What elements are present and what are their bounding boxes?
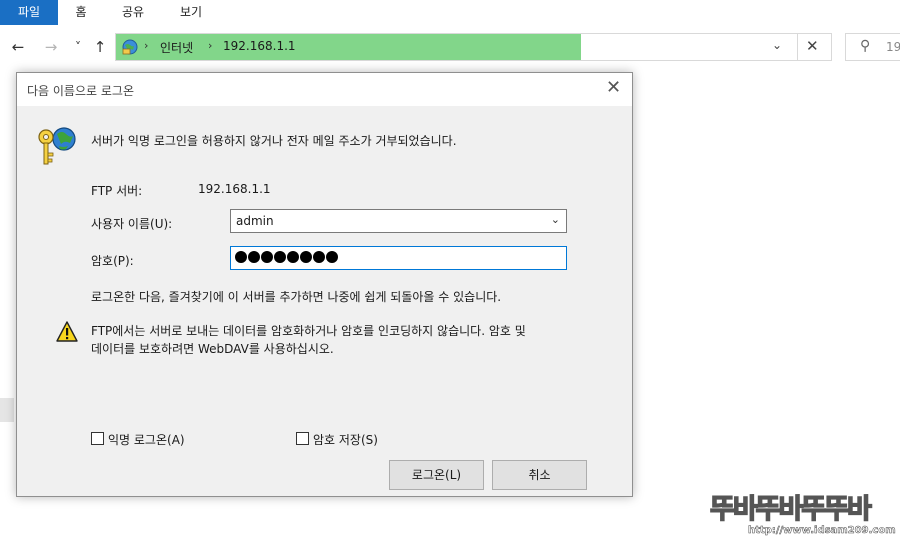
warning-line: FTP에서는 서버로 보내는 데이터를 암호화하거나 암호를 인코딩하지 않습니… — [91, 324, 526, 338]
ftp-server-label: FTP 서버: — [91, 184, 143, 198]
breadcrumb-host[interactable]: 192.168.1.1 — [223, 39, 296, 53]
password-dot — [274, 251, 286, 263]
stop-loading-icon[interactable]: ✕ — [806, 37, 819, 55]
chevron-down-icon[interactable]: ⌄ — [551, 213, 560, 226]
anonymous-logon-checkbox[interactable] — [91, 432, 104, 445]
address-dropdown-icon[interactable]: ⌄ — [772, 38, 782, 52]
tab-view[interactable]: 보기 — [172, 0, 210, 25]
logon-dialog: 다음 이름으로 로그온 ✕ 서버가 익명 로그인을 허용하지 않거나 전자 메일… — [16, 72, 633, 497]
search-icon: ⚲ — [860, 38, 871, 54]
dialog-title: 다음 이름으로 로그온 — [27, 84, 134, 98]
recent-locations-icon[interactable]: ˅ — [69, 37, 87, 57]
close-icon[interactable]: ✕ — [606, 77, 621, 98]
password-dot — [235, 251, 247, 263]
back-arrow-icon[interactable]: ← — [9, 37, 27, 57]
favorites-hint: 로그온한 다음, 즐겨찾기에 이 서버를 추가하면 나중에 쉽게 되돌아올 수 … — [91, 290, 502, 304]
password-dot — [300, 251, 312, 263]
navigation-bar: ← → ˅ ↑ › 인터넷 › 192.168.1.1 ⌄ ✕ ⚲ 19 — [0, 25, 900, 69]
anonymous-logon-label[interactable]: 익명 로그온(A) — [108, 431, 185, 448]
username-value: admin — [236, 214, 274, 228]
tab-share[interactable]: 공유 — [114, 0, 152, 25]
warning-line: 데이터를 보호하려면 WebDAV를 사용하십시오. — [91, 342, 334, 356]
password-dot — [326, 251, 338, 263]
password-dot — [313, 251, 325, 263]
breadcrumb-internet[interactable]: 인터넷 — [160, 39, 193, 56]
security-warning: FTP에서는 서버로 보내는 데이터를 암호화하거나 암호를 인코딩하지 않습니… — [91, 322, 611, 358]
up-arrow-icon[interactable]: ↑ — [91, 37, 109, 57]
forward-arrow-icon[interactable]: → — [42, 37, 60, 57]
tab-file[interactable]: 파일 — [0, 0, 58, 25]
watermark-title: 뚜바뚜바뚜뚜바 — [710, 494, 872, 525]
breadcrumb-separator: › — [144, 39, 149, 52]
warning-icon — [56, 321, 78, 342]
address-bar[interactable]: › 인터넷 › 192.168.1.1 ⌄ ✕ — [115, 33, 832, 61]
breadcrumb-separator: › — [208, 39, 213, 52]
password-mask — [235, 251, 339, 265]
search-input[interactable]: ⚲ 19 — [845, 33, 900, 61]
username-combobox[interactable]: admin ⌄ — [230, 209, 567, 233]
logon-button[interactable]: 로그온(L) — [389, 460, 484, 490]
watermark-url: http://www.idsam209.com — [748, 525, 896, 536]
save-password-label[interactable]: 암호 저장(S) — [313, 431, 378, 448]
password-field[interactable] — [230, 246, 567, 270]
navigation-pane-item[interactable] — [0, 398, 14, 422]
ribbon-tabs: 파일 홈 공유 보기 — [0, 0, 900, 26]
address-divider — [797, 34, 798, 60]
keys-globe-icon — [38, 127, 76, 165]
internet-globe-icon — [122, 39, 138, 55]
ftp-server-value: 192.168.1.1 — [198, 182, 271, 196]
auth-failed-message: 서버가 익명 로그인을 허용하지 않거나 전자 메일 주소가 거부되었습니다. — [91, 134, 457, 148]
tab-home[interactable]: 홈 — [64, 0, 98, 25]
password-dot — [287, 251, 299, 263]
search-placeholder: 19 — [886, 40, 900, 54]
save-password-checkbox[interactable] — [296, 432, 309, 445]
password-dot — [248, 251, 260, 263]
password-dot — [261, 251, 273, 263]
dialog-titlebar[interactable]: 다음 이름으로 로그온 ✕ — [17, 73, 632, 106]
site-watermark-logo: 뚜바뚜바뚜뚜바 http://www.idsam209.com — [709, 493, 896, 536]
username-label: 사용자 이름(U): — [91, 217, 173, 231]
password-label: 암호(P): — [91, 254, 134, 268]
cancel-button[interactable]: 취소 — [492, 460, 587, 490]
